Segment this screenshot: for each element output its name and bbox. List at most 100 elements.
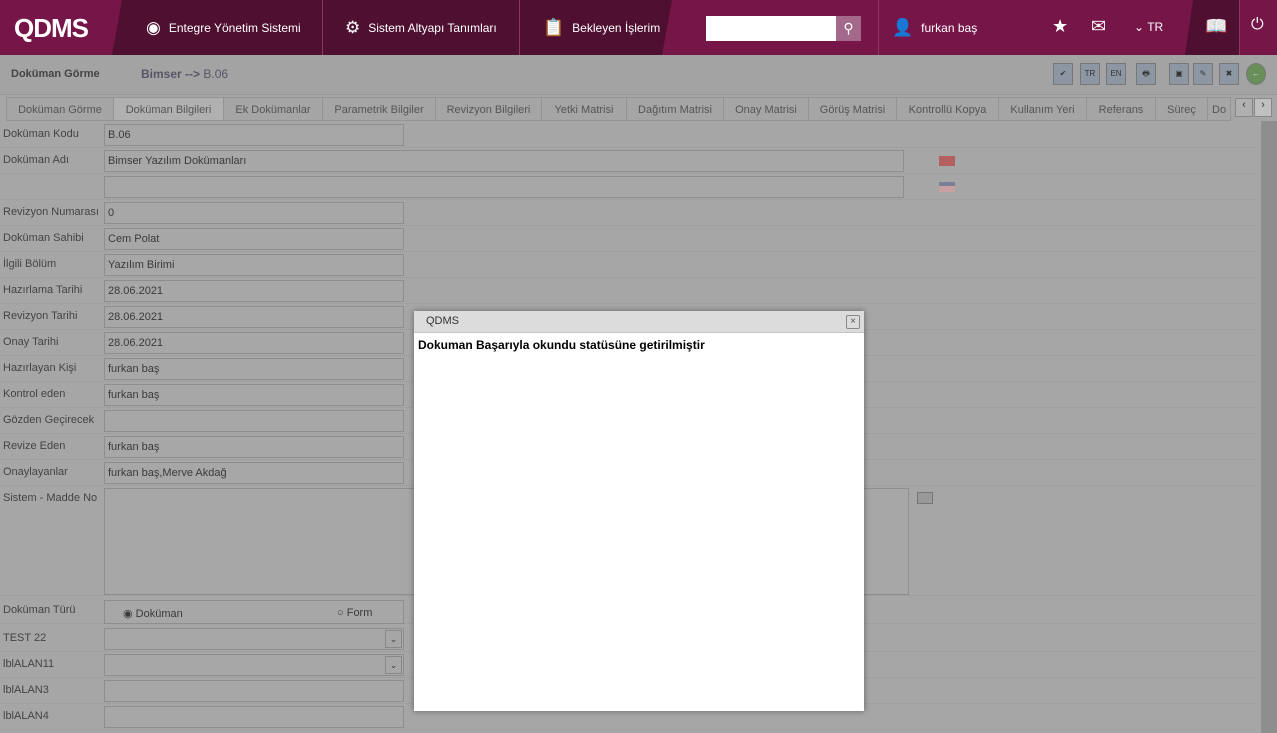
field-label: Hazırlama Tarihi xyxy=(3,284,83,296)
tab-scroll-right[interactable]: › xyxy=(1254,98,1272,117)
field-input[interactable]: Yazılım Birimi xyxy=(104,254,404,276)
field-input[interactable]: 28.06.2021 xyxy=(104,280,404,302)
tab-10[interactable]: Kullanım Yeri xyxy=(998,97,1087,121)
user-icon: 👤 xyxy=(892,17,914,37)
field-select[interactable]: ⌄ xyxy=(104,628,404,650)
breadcrumb: Bimser --> B.06 xyxy=(141,67,229,81)
field-label: Revize Eden xyxy=(3,440,66,452)
scrollbar[interactable] xyxy=(1261,121,1277,733)
field-input[interactable]: Cem Polat xyxy=(104,228,404,250)
field-input[interactable]: 28.06.2021 xyxy=(104,306,404,328)
radio-icon: ◉ xyxy=(123,608,133,620)
form-row: Doküman Sahibi Cem Polat xyxy=(0,226,1255,252)
field-label: Hazırlayan Kişi xyxy=(3,362,77,374)
tab-4[interactable]: Revizyon Bilgileri xyxy=(435,97,542,121)
field-input[interactable]: furkan baş xyxy=(104,436,404,458)
radio-icon: ○ xyxy=(337,607,344,619)
field-input[interactable]: furkan baş xyxy=(104,384,404,406)
field-input[interactable] xyxy=(104,680,404,702)
form-row: Hazırlama Tarihi 28.06.2021 xyxy=(0,278,1255,304)
tab-12[interactable]: Süreç xyxy=(1155,97,1208,121)
field-label: Doküman Kodu xyxy=(3,128,79,140)
chevron-down-icon[interactable]: ⌄ xyxy=(385,656,402,674)
nav-sistem[interactable]: ⚙ Sistem Altyapı Tanımları xyxy=(345,0,497,55)
field-label: Revizyon Tarihi xyxy=(3,310,78,322)
form-row xyxy=(0,174,1255,200)
nav-entegre[interactable]: ◉ Entegre Yönetim Sistemi xyxy=(146,0,301,55)
us-flag-icon[interactable] xyxy=(939,182,955,192)
print-icon[interactable]: 🖶 xyxy=(1136,63,1156,85)
field-label: Onaylayanlar xyxy=(3,466,68,478)
qdms-logo[interactable]: QDMS xyxy=(0,0,120,55)
field-label: Kontrol eden xyxy=(3,388,66,400)
field-label: Doküman Sahibi xyxy=(3,232,84,244)
power-icon[interactable]: ⏻ xyxy=(1251,16,1264,34)
field-input[interactable]: Bimser Yazılım Dokümanları xyxy=(104,150,904,172)
book-icon[interactable]: 📖 xyxy=(1205,16,1227,37)
edit-icon[interactable]: ✎ xyxy=(1193,63,1213,85)
tab-3[interactable]: Parametrik Bilgiler xyxy=(322,97,436,121)
tab-11[interactable]: Referans xyxy=(1086,97,1156,121)
field-label: Revizyon Numarası xyxy=(3,206,99,218)
field-label: Doküman Türü xyxy=(3,604,76,616)
form-row: İlgili Bölüm Yazılım Birimi xyxy=(0,252,1255,278)
clipboard-icon[interactable]: ▣ xyxy=(1169,63,1189,85)
tab-8[interactable]: Görüş Matrisi xyxy=(808,97,897,121)
dialog-title: QDMS xyxy=(414,311,864,333)
field-label: TEST 22 xyxy=(3,632,47,644)
tab-2[interactable]: Ek Dokümanlar xyxy=(223,97,323,121)
field-input[interactable]: furkan baş xyxy=(104,358,404,380)
list-picker-icon[interactable] xyxy=(917,492,933,504)
delete-doc-icon[interactable]: ✖ xyxy=(1219,63,1239,85)
user-menu[interactable]: 👤 furkan baş xyxy=(892,0,977,55)
field-label: lblALAN3 xyxy=(3,684,49,696)
en-document-button[interactable]: EN xyxy=(1106,63,1126,85)
tab-9[interactable]: Kontrollü Kopya xyxy=(896,97,999,121)
field-input[interactable] xyxy=(104,410,404,432)
dokuman-turu-radio-group[interactable]: ◉ Doküman ○ Form xyxy=(104,600,404,624)
field-input[interactable]: 0 xyxy=(104,202,404,224)
back-icon[interactable]: ← xyxy=(1246,63,1266,85)
tab-1[interactable]: Doküman Bilgileri xyxy=(113,97,224,121)
field-input[interactable]: furkan baş,Merve Akdağ xyxy=(104,462,404,484)
language-select[interactable]: ⌄ TR xyxy=(1134,20,1163,34)
search-button[interactable]: ⚲ xyxy=(836,16,861,41)
field-input[interactable]: 28.06.2021 xyxy=(104,332,404,354)
nav-bekleyen[interactable]: 📋 Bekleyen İşlerim xyxy=(543,0,660,55)
tab-5[interactable]: Yetki Matrisi xyxy=(541,97,627,121)
clipboard-icon: 📋 xyxy=(543,17,565,37)
turkish-flag-icon[interactable] xyxy=(939,156,955,166)
page-title: Doküman Görme xyxy=(11,68,100,80)
mail-icon[interactable]: ✉ xyxy=(1091,16,1106,37)
form-row: Doküman Kodu B.06 xyxy=(0,122,1255,148)
approve-read-icon[interactable]: ✔ xyxy=(1053,63,1073,85)
form-row: Revizyon Numarası 0 xyxy=(0,200,1255,226)
form-row: Doküman Adı Bimser Yazılım Dokümanları xyxy=(0,148,1255,174)
radio-1[interactable]: ○ Form xyxy=(337,607,372,619)
field-label: lblALAN11 xyxy=(3,658,55,670)
tr-document-button[interactable]: TR xyxy=(1080,63,1100,85)
gear-icon: ⚙ xyxy=(345,17,361,37)
radio-0[interactable]: ◉ Doküman xyxy=(123,607,183,620)
field-input[interactable]: B.06 xyxy=(104,124,404,146)
field-input[interactable] xyxy=(104,176,904,198)
field-label: Sistem - Madde No xyxy=(3,492,98,504)
tab-13[interactable]: Do xyxy=(1207,97,1231,121)
tab-6[interactable]: Dağıtım Matrisi xyxy=(626,97,724,121)
close-icon[interactable]: × xyxy=(846,315,860,329)
tab-0[interactable]: Doküman Görme xyxy=(6,97,114,121)
search-input[interactable] xyxy=(706,16,836,41)
search-icon: ⚲ xyxy=(843,20,854,36)
field-label: lblALAN4 xyxy=(3,710,49,722)
tab-7[interactable]: Onay Matrisi xyxy=(723,97,809,121)
chevron-down-icon: ⌄ xyxy=(1134,20,1145,34)
tab-scroll-left[interactable]: ‹ xyxy=(1235,98,1253,117)
field-label: Gözden Geçirecek xyxy=(3,414,95,426)
star-icon[interactable]: ★ xyxy=(1052,16,1068,37)
field-select[interactable]: ⌄ xyxy=(104,654,404,676)
field-label: Onay Tarihi xyxy=(3,336,59,348)
field-input[interactable] xyxy=(104,706,404,728)
chevron-down-icon[interactable]: ⌄ xyxy=(385,630,402,648)
dialog-message: Dokuman Başarıyla okundu statüsüne getir… xyxy=(418,338,705,352)
field-label: İlgili Bölüm xyxy=(3,258,57,270)
